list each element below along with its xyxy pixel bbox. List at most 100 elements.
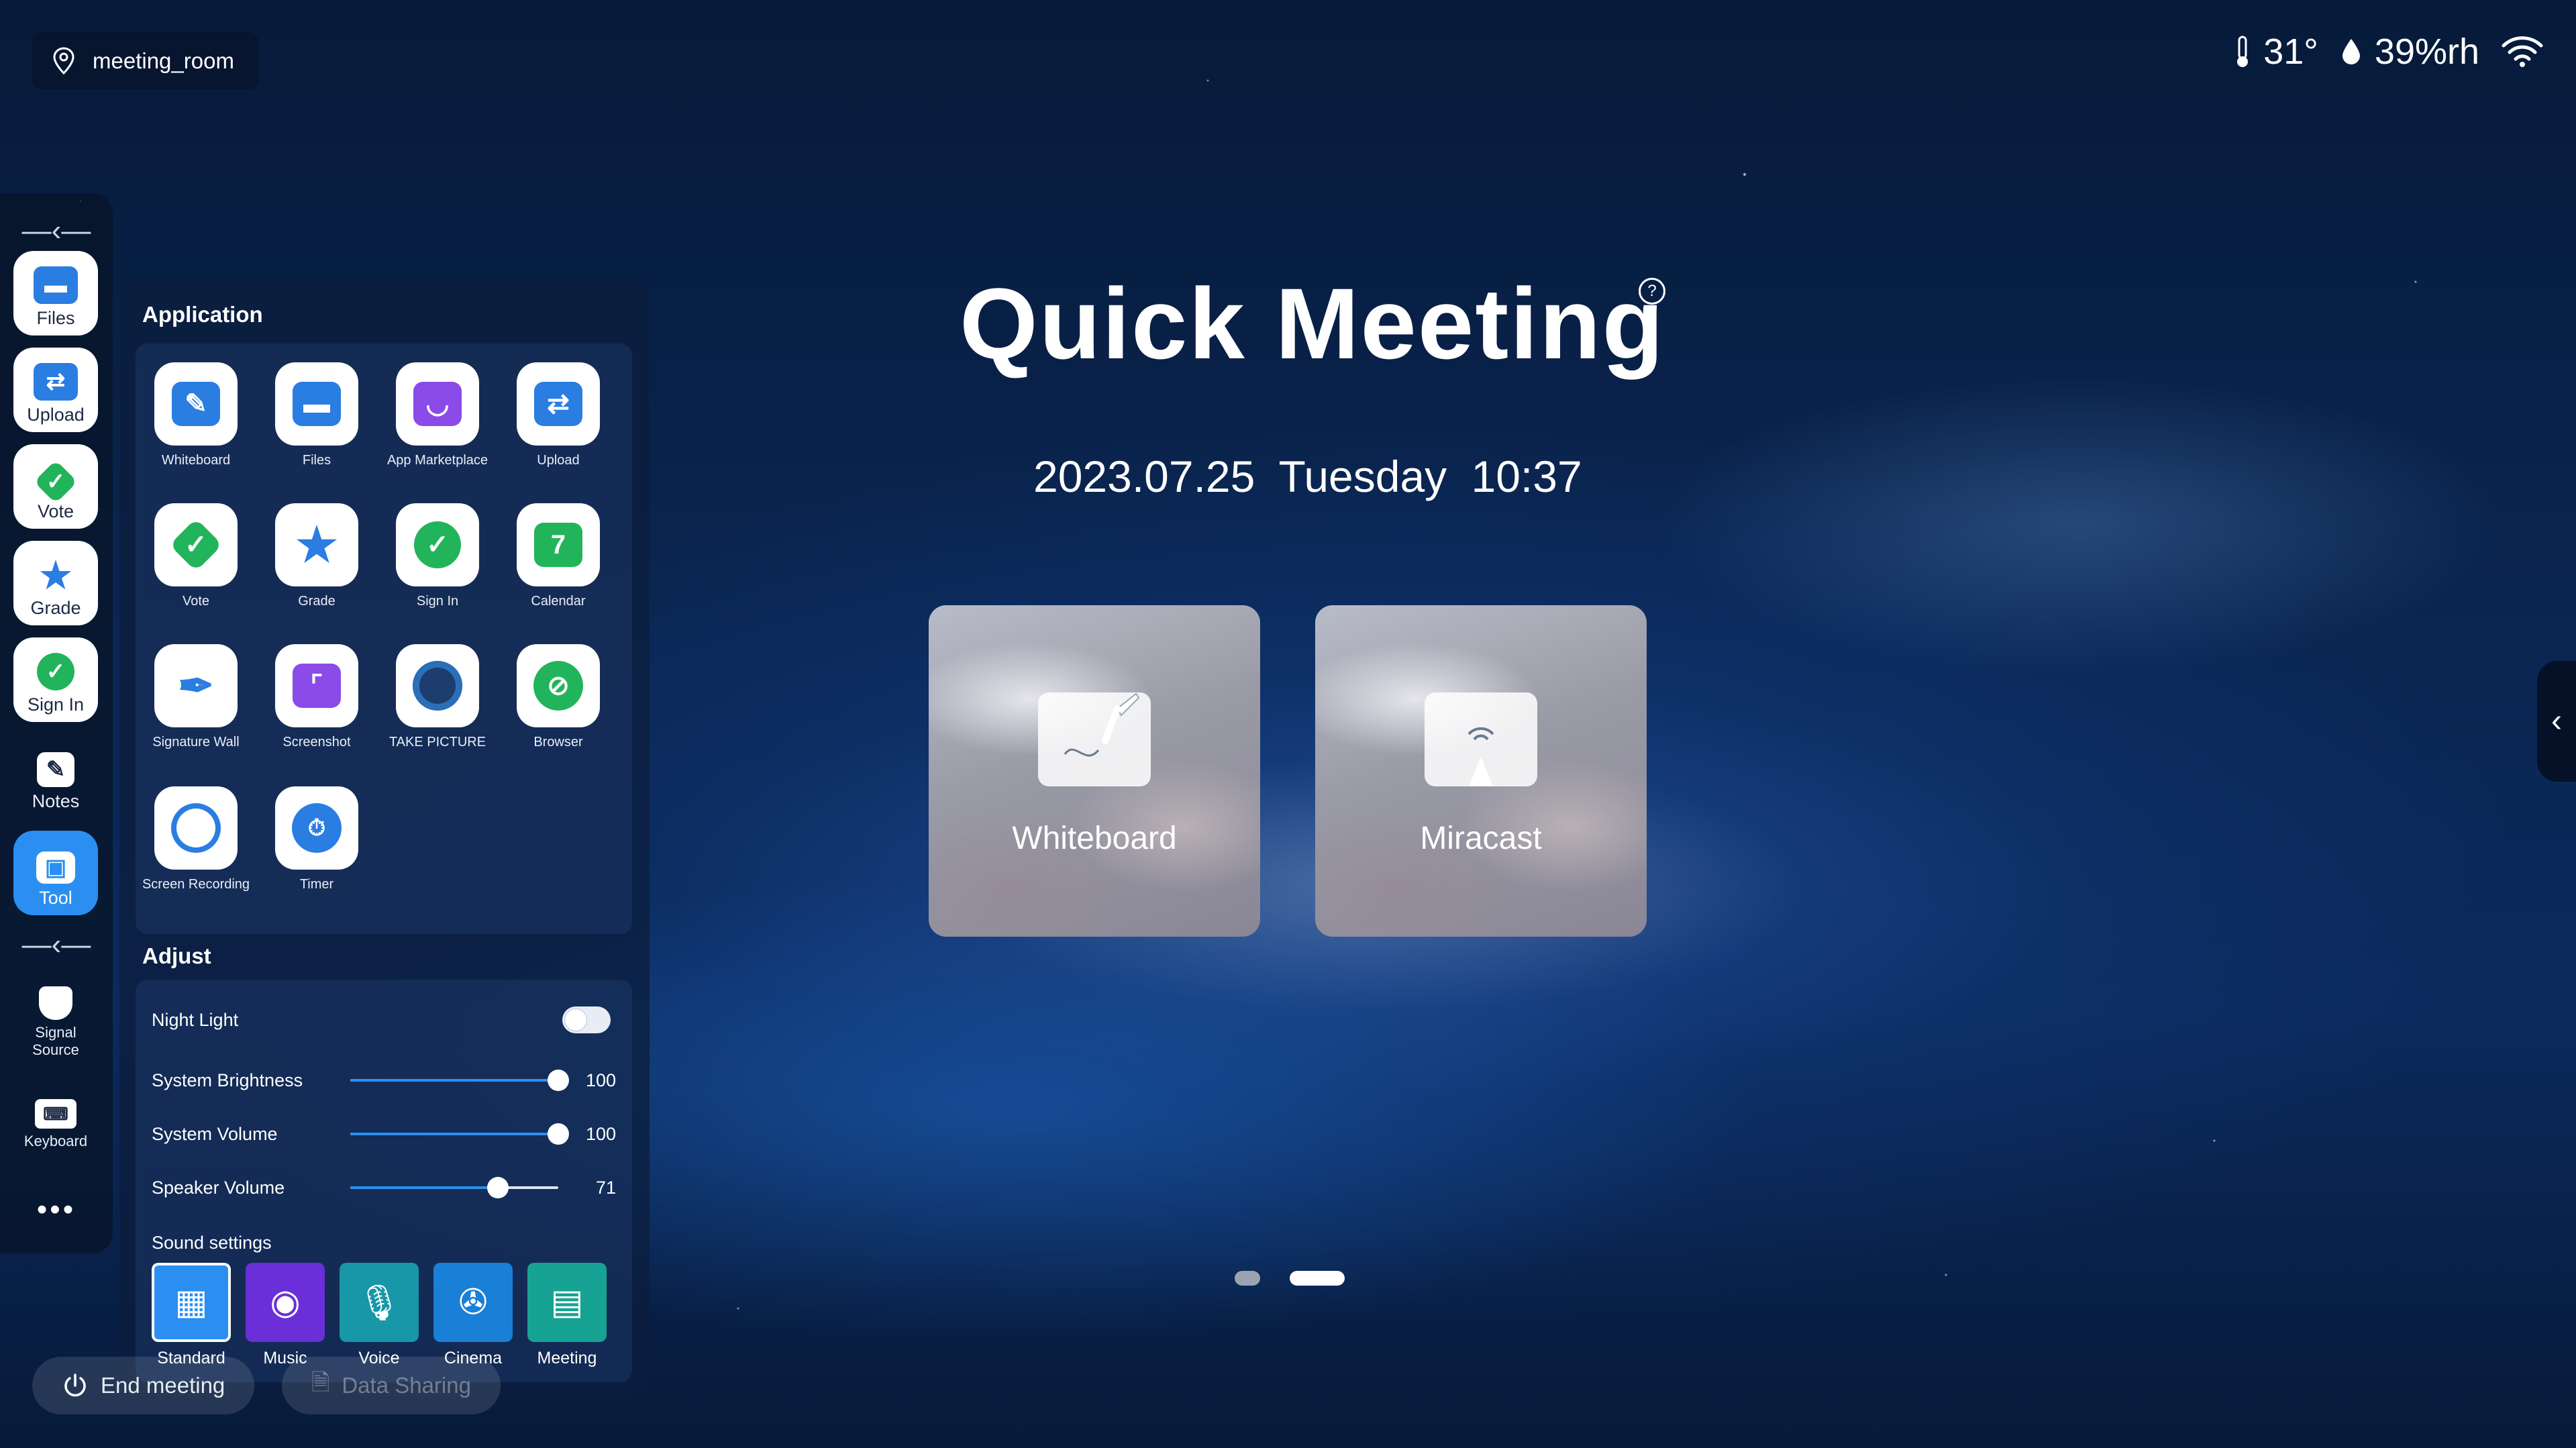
sound-mode-voice[interactable]: 🎙 Voice	[340, 1263, 419, 1368]
dock-item-tool[interactable]: ▣ Tool	[13, 831, 98, 915]
sound-mode-meeting[interactable]: ▤ Meeting	[527, 1263, 607, 1368]
power-icon	[64, 1374, 86, 1397]
upload-icon: ⇄	[534, 382, 582, 426]
app-take-picture[interactable]: TAKE PICTURE	[377, 644, 498, 750]
app-label: Whiteboard	[161, 453, 231, 468]
app-files[interactable]: ▬ Files	[256, 362, 377, 468]
slider-value: 100	[585, 1070, 616, 1090]
dock-item-grade[interactable]: ★ Grade	[13, 541, 98, 625]
app-label: Browser	[533, 735, 583, 749]
dock-item-upload[interactable]: ⇄ Upload	[13, 348, 98, 432]
whiteboard-icon: ✎	[172, 382, 220, 426]
calendar-icon: 7	[534, 523, 582, 567]
data-sharing-label: Data Sharing	[342, 1373, 471, 1398]
dock-item-files[interactable]: ▬ Files	[13, 251, 98, 335]
dock-item-label: Upload	[27, 405, 85, 425]
equalizer-icon: ▦	[152, 1263, 231, 1342]
slider-knob[interactable]	[548, 1123, 569, 1145]
location-label: meeting_room	[93, 48, 234, 73]
browser-compass-icon: ⊘	[533, 661, 583, 711]
film-reel-icon: ✇	[433, 1263, 513, 1342]
app-app-marketplace[interactable]: ◡ App Marketplace	[377, 362, 498, 468]
help-icon[interactable]: ?	[1639, 278, 1665, 305]
sound-mode-cinema[interactable]: ✇ Cinema	[433, 1263, 513, 1368]
app-whiteboard[interactable]: ✎ Whiteboard	[136, 362, 256, 468]
humidity-drop-icon	[2342, 39, 2360, 64]
app-browser[interactable]: ⊘ Browser	[498, 644, 619, 750]
app-label: Calendar	[531, 594, 586, 609]
screenshot-crop-icon: ⌜	[293, 664, 341, 708]
system-volume-slider[interactable]	[350, 1123, 569, 1145]
humidity-value: 39%rh	[2374, 32, 2479, 72]
app-label: Screen Recording	[142, 877, 250, 892]
sound-mode-music[interactable]: ◉ Music	[246, 1263, 325, 1368]
app-label: Vote	[182, 594, 210, 609]
page-dot-active[interactable]	[1290, 1271, 1345, 1286]
right-panel-toggle-arrow-icon[interactable]: ‹	[2537, 661, 2576, 782]
more-options-icon[interactable]: •••	[0, 1193, 113, 1227]
card-label: Whiteboard	[1012, 821, 1177, 856]
app-upload[interactable]: ⇄ Upload	[498, 362, 619, 468]
app-label: Signature Wall	[152, 735, 240, 749]
application-grid: ✎ Whiteboard ▬ Files ◡ App Marketplace ⇄…	[136, 344, 632, 934]
app-sign-in[interactable]: ✓ Sign In	[377, 503, 498, 609]
app-label: Grade	[298, 594, 336, 609]
dock-item-label: Grade	[30, 598, 81, 618]
folder-icon: ▬	[293, 382, 341, 426]
page-dot-inactive[interactable]	[1235, 1271, 1260, 1286]
page-title: Quick Meeting	[960, 267, 1665, 380]
sign-in-pin-icon: ✓	[414, 521, 461, 568]
slider-label: System Volume	[152, 1123, 278, 1144]
data-sharing-button[interactable]: 🗎 Data Sharing	[282, 1357, 501, 1414]
screen-recording-icon	[171, 803, 221, 853]
upload-icon: ⇄	[34, 363, 78, 401]
end-meeting-button[interactable]: End meeting	[32, 1357, 255, 1414]
app-screenshot[interactable]: ⌜ Screenshot	[256, 644, 377, 750]
miracast-card[interactable]: Miracast	[1315, 605, 1647, 937]
miracast-screen-icon	[1425, 692, 1537, 786]
microphone-icon: 🎙	[340, 1263, 419, 1342]
app-label: Upload	[537, 453, 580, 468]
dock-item-signal-source[interactable]: Signal Source	[13, 972, 98, 1066]
app-label: Timer	[299, 877, 334, 892]
sound-settings-label: Sound settings	[152, 1232, 272, 1253]
speaker-volume-slider[interactable]	[350, 1177, 558, 1198]
sound-mode-standard[interactable]: ▦ Standard	[152, 1263, 231, 1368]
dock-item-label: Tool	[39, 888, 72, 908]
app-calendar[interactable]: 7 Calendar	[498, 503, 619, 609]
dock-item-label: Files	[36, 308, 75, 328]
dock-item-label: Vote	[37, 501, 74, 521]
app-signature-wall[interactable]: ✒ Signature Wall	[136, 644, 256, 750]
left-dock: —‹— ▬ Files ⇄ Upload ✓ Vote ★ Grade ✓ Si…	[0, 193, 113, 1253]
app-label: App Marketplace	[387, 453, 488, 468]
star-icon: ★	[39, 555, 72, 596]
thermometer-icon	[2237, 36, 2249, 67]
system-brightness-slider[interactable]	[350, 1070, 569, 1091]
vote-check-icon: ✓	[34, 460, 78, 504]
dock-collapse-arrow-icon[interactable]: —‹—	[0, 211, 113, 251]
slider-knob[interactable]	[548, 1070, 569, 1091]
application-section-title: Application	[142, 302, 263, 327]
whiteboard-card[interactable]: Whiteboard	[929, 605, 1260, 937]
dock-item-notes[interactable]: ✎ Notes	[13, 734, 98, 819]
dock-item-label: Keyboard	[23, 1133, 88, 1149]
star-icon: ★	[295, 519, 338, 571]
slider-label: System Brightness	[152, 1070, 303, 1090]
app-label: Sign In	[416, 594, 459, 609]
document-icon: 🗎	[311, 1369, 330, 1396]
keyboard-icon: ⌨	[35, 1099, 76, 1129]
night-light-toggle[interactable]	[562, 1006, 611, 1033]
dock-item-keyboard[interactable]: ⌨ Keyboard	[13, 1072, 98, 1157]
location-pill[interactable]: meeting_room	[32, 32, 258, 90]
app-screen-recording[interactable]: Screen Recording	[136, 786, 256, 892]
app-vote[interactable]: ✓ Vote	[136, 503, 256, 609]
app-label: Screenshot	[282, 735, 351, 749]
dock-item-vote[interactable]: ✓ Vote	[13, 444, 98, 529]
app-grade[interactable]: ★ Grade	[256, 503, 377, 609]
dock-secondary-arrow-icon[interactable]: —‹—	[0, 925, 113, 965]
dock-item-sign-in[interactable]: ✓ Sign In	[13, 637, 98, 722]
app-timer[interactable]: ⏱ Timer	[256, 786, 377, 892]
sound-settings-row: Sound settings	[136, 1223, 632, 1263]
slider-knob[interactable]	[487, 1177, 509, 1198]
app-label: TAKE PICTURE	[389, 735, 486, 749]
